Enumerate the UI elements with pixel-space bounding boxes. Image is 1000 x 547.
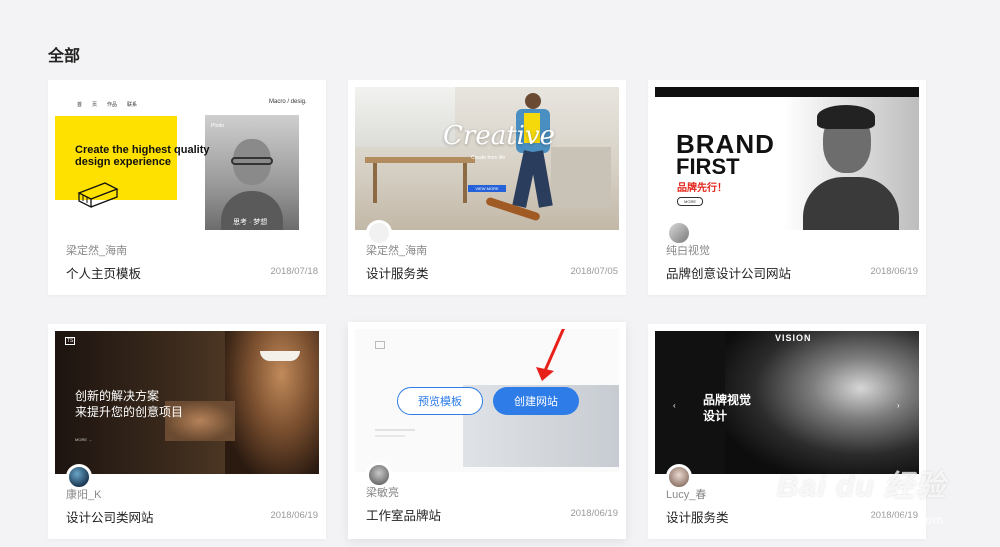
thumb-portrait — [783, 97, 919, 230]
template-card-hovered[interactable]: 预览模板 创建网站 梁敏亮 工作室品牌站 2018/06/19 — [348, 322, 626, 539]
thumb-photo-badge: Photo — [211, 123, 225, 129]
template-thumbnail[interactable]: TS 创新的解决方案 来提升您的创意项目 MORE → — [55, 331, 319, 474]
thumb-headline-line1: 创新的解决方案 — [75, 389, 160, 403]
author-avatar — [66, 464, 92, 490]
thumb-text-line — [375, 429, 415, 431]
thumb-shelf — [551, 147, 611, 207]
template-thumbnail[interactable]: 首 页 作品 联系 Macro / desig. Photo 思考 · 梦想 C… — [55, 87, 319, 230]
thumb-more-link: MORE → — [75, 437, 93, 442]
baidu-watermark: Bai du 经验 — [776, 470, 946, 503]
thumb-next-arrow-icon: › — [897, 401, 900, 410]
thumb-logo: TS — [65, 337, 76, 345]
thumb-script-text: Creative — [443, 121, 556, 151]
preview-template-button[interactable]: 预览模板 — [397, 387, 483, 415]
thumb-brand-line2: FIRST — [676, 154, 740, 179]
thumb-signature: 思考 · 梦想 — [233, 219, 268, 226]
thumb-nav-item: 作品 — [107, 102, 118, 108]
thumb-window — [355, 87, 455, 147]
template-name[interactable]: 设计服务类 — [666, 507, 729, 526]
thumb-brand-cn: 品牌先行！ — [677, 183, 727, 194]
thumb-nav-item: 首 — [77, 102, 83, 108]
template-name[interactable]: 设计服务类 — [366, 263, 429, 282]
template-card[interactable]: 首 页 作品 联系 Macro / desig. Photo 思考 · 梦想 C… — [48, 80, 326, 295]
template-thumbnail[interactable]: 预览模板 创建网站 — [355, 329, 619, 472]
template-card[interactable]: BRAND FIRST 品牌先行！ MORE 纯白视觉 品牌创意设计公司网站 2… — [648, 80, 926, 295]
template-thumbnail[interactable]: Creative Create from life VIEW MORE — [355, 87, 619, 230]
thumb-logo: Macro / desig. — [269, 99, 307, 105]
page-section-title: 全部 — [48, 48, 81, 65]
author-avatar — [366, 462, 392, 488]
author-avatar — [366, 220, 392, 246]
template-thumbnail[interactable]: BRAND FIRST 品牌先行！ MORE — [655, 87, 919, 230]
thumb-headline: Create the highest quality design experi… — [75, 144, 210, 168]
template-date: 2018/07/05 — [570, 266, 618, 277]
thumb-portrait: Photo 思考 · 梦想 — [205, 115, 299, 230]
thumb-more-button: MORE — [677, 197, 703, 206]
template-card[interactable]: TS 创新的解决方案 来提升您的创意项目 MORE → 康阳_K 设计公司类网站… — [48, 324, 326, 539]
template-name[interactable]: 个人主页模板 — [66, 263, 141, 282]
template-card[interactable]: Creative Create from life VIEW MORE 梁定然_… — [348, 80, 626, 295]
template-date: 2018/07/18 — [270, 266, 318, 277]
thumb-cta-button: VIEW MORE — [468, 185, 506, 192]
thumb-smoke-art — [725, 331, 919, 474]
thumb-topbar — [655, 87, 919, 97]
thumb-box-illustration — [77, 182, 119, 209]
thumb-nav-item: 联系 — [127, 102, 138, 108]
red-arrow-annotation — [536, 329, 565, 381]
thumb-vision-label: VISION — [775, 333, 812, 343]
author-avatar — [666, 464, 692, 490]
thumb-desk-leg — [373, 163, 377, 203]
thumb-sub-text: Create from life — [471, 155, 506, 161]
create-website-button[interactable]: 创建网站 — [493, 387, 579, 415]
template-name[interactable]: 设计公司类网站 — [66, 507, 154, 526]
template-date: 2018/06/19 — [870, 266, 918, 277]
thumb-desk — [365, 157, 475, 163]
thumb-nav-item: 页 — [92, 102, 98, 108]
template-author: 梁定然_海南 — [66, 245, 128, 257]
thumb-text-line — [375, 435, 405, 437]
template-card[interactable]: VISION 品牌视觉 设计 ‹ › Lucy_春 设计服务类 2018/06/… — [648, 324, 926, 539]
thumb-headline-line2: 设计 — [703, 409, 728, 423]
thumb-headline-line1: 品牌视觉 — [703, 393, 752, 407]
baidu-watermark-url: jingyan.baidu.com — [830, 513, 944, 527]
thumb-logo-mark — [375, 341, 385, 349]
template-date: 2018/06/19 — [570, 508, 618, 519]
thumb-desk-leg — [463, 163, 467, 203]
thumb-person-smile — [260, 351, 300, 361]
thumb-person — [510, 93, 556, 223]
template-name[interactable]: 品牌创意设计公司网站 — [666, 263, 791, 282]
thumb-headline-line2: 来提升您的创意项目 — [75, 405, 184, 419]
thumb-prev-arrow-icon: ‹ — [673, 401, 676, 410]
template-name[interactable]: 工作室品牌站 — [366, 505, 441, 524]
author-avatar — [666, 220, 692, 246]
template-thumbnail[interactable]: VISION 品牌视觉 设计 ‹ › — [655, 331, 919, 474]
template-date: 2018/06/19 — [270, 510, 318, 521]
